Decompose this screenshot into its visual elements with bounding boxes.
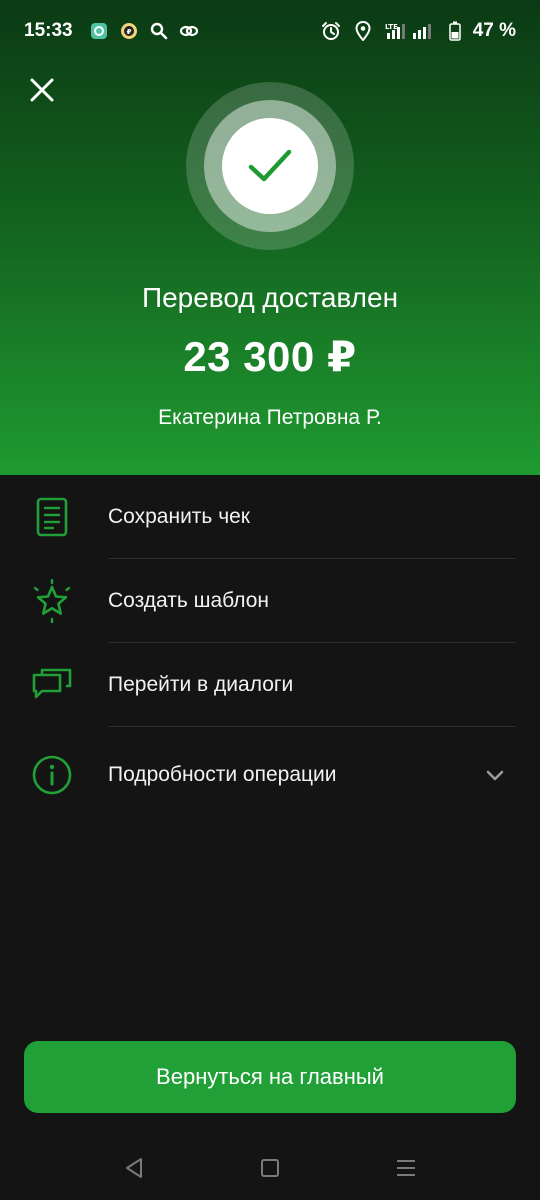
search-icon (149, 21, 169, 41)
alarm-icon (321, 21, 341, 41)
actions-list: Сохранить чек Создать шаблон Перейти в д… (0, 475, 540, 823)
status-time: 15:33 (24, 20, 73, 41)
create-template-action[interactable]: Создать шаблон (0, 559, 540, 643)
chat-icon (30, 663, 74, 707)
link-icon (179, 21, 199, 41)
action-label: Создать шаблон (108, 589, 270, 612)
action-label: Перейти в диалоги (108, 673, 294, 696)
status-bar: 15:33 ₽ LTE 47 % (0, 0, 540, 62)
battery-icon (448, 21, 461, 41)
app-notification-icon: ₽ (119, 21, 139, 41)
star-icon (30, 579, 74, 623)
svg-text:₽: ₽ (126, 28, 131, 36)
checkmark-icon (248, 149, 292, 182)
chevron-down-icon[interactable] (484, 764, 506, 786)
open-dialogs-action[interactable]: Перейти в диалоги (0, 643, 540, 727)
back-icon[interactable] (122, 1156, 146, 1180)
home-icon[interactable] (258, 1156, 282, 1180)
save-receipt-action[interactable]: Сохранить чек (0, 475, 540, 559)
transfer-amount: 23 300 ₽ (183, 333, 357, 380)
success-indicator (186, 82, 354, 250)
close-button[interactable] (26, 74, 58, 106)
app-notification-icon (89, 21, 109, 41)
action-label: Сохранить чек (108, 505, 250, 528)
operation-details-action[interactable]: Подробности операции (0, 727, 540, 823)
action-label: Подробности операции (108, 763, 337, 786)
battery-percent: 47 % (472, 20, 516, 41)
signal-icon: LTE (385, 21, 437, 41)
recipient-name: Екатерина Петровна Р. (158, 406, 382, 429)
svg-text:LTE: LTE (385, 23, 398, 31)
transfer-status-title: Перевод доставлен (141, 282, 399, 313)
info-icon (30, 753, 74, 797)
system-navigation-bar (0, 1140, 540, 1196)
menu-icon[interactable] (394, 1156, 418, 1180)
return-home-button[interactable]: Вернуться на главный (24, 1041, 516, 1113)
receipt-icon (30, 495, 74, 539)
location-icon (353, 21, 373, 41)
close-icon (30, 78, 54, 102)
